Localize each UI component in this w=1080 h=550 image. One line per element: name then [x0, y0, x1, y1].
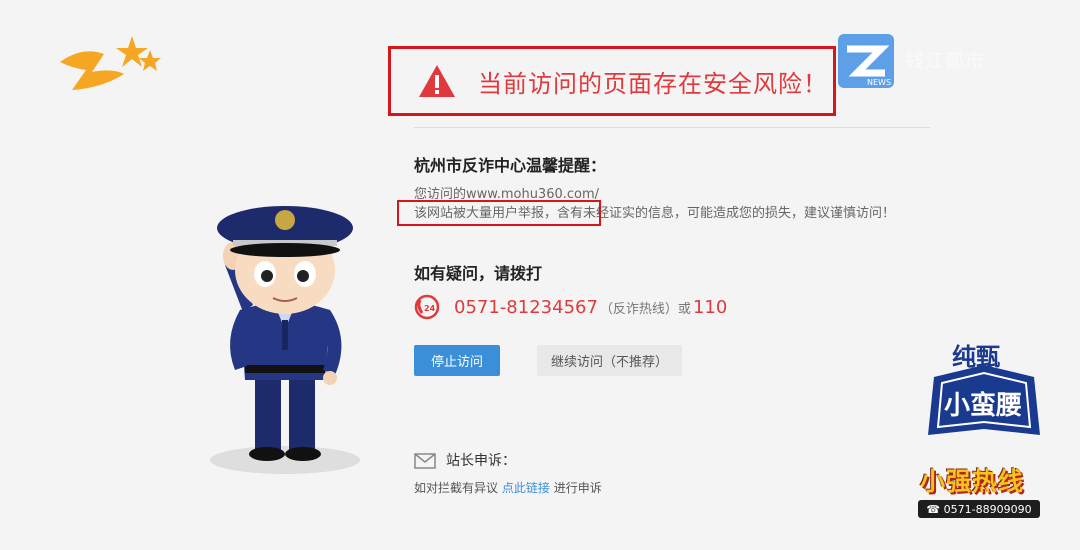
news-channel-logo: NEWS [838, 34, 894, 88]
divider [414, 127, 930, 128]
appeal-line: 如对拦截有异议 点此链接 进行申诉 [414, 479, 602, 496]
reminder-heading: 杭州市反诈中心温馨提醒： [414, 156, 607, 175]
program-phone-number: 0571-88909090 [943, 502, 1032, 516]
hotline-number[interactable]: 0571-81234567 [454, 297, 598, 318]
phone-glyph-icon: ☎ [926, 502, 944, 516]
highlight-box [397, 200, 601, 226]
appeal-label: 站长申诉： [446, 453, 516, 469]
program-logo: 小强热线 [920, 467, 1025, 496]
warning-triangle-icon [419, 65, 455, 97]
svg-text:NEWS: NEWS [867, 78, 891, 87]
hotline-note: （反诈热线）或 [599, 301, 691, 317]
police-mascot-illustration [210, 206, 360, 474]
envelope-icon [414, 453, 436, 469]
security-warning-banner: 当前访问的页面存在安全风险！ [388, 46, 836, 116]
continue-visit-button[interactable]: 继续访问（不推荐） [537, 345, 682, 376]
police-number[interactable]: 110 [693, 297, 727, 318]
contact-heading: 如有疑问，请拨打 [414, 264, 543, 283]
warning-title: 当前访问的页面存在安全风险！ [478, 69, 828, 98]
channel-watermark: 钱江都市 [905, 50, 986, 72]
appeal-suffix: 进行申诉 [553, 481, 602, 495]
appeal-prefix: 如对拦截有异议 [414, 481, 499, 495]
program-phone: ☎ 0571-88909090 [918, 500, 1040, 518]
svg-text:24: 24 [424, 304, 436, 313]
sponsor-product: 小蛮腰 [944, 391, 1023, 421]
appeal-heading-row: 站长申诉： [414, 450, 516, 470]
hotline-row: 24 0571-81234567 （反诈热线）或 110 [414, 294, 727, 320]
stop-visit-button[interactable]: 停止访问 [414, 345, 500, 376]
sponsor-brand: 纯甄 [952, 343, 1000, 371]
24h-phone-icon: 24 [414, 294, 440, 320]
appeal-link[interactable]: 点此链接 [502, 481, 550, 495]
zhejiang-tv-logo [60, 36, 161, 90]
